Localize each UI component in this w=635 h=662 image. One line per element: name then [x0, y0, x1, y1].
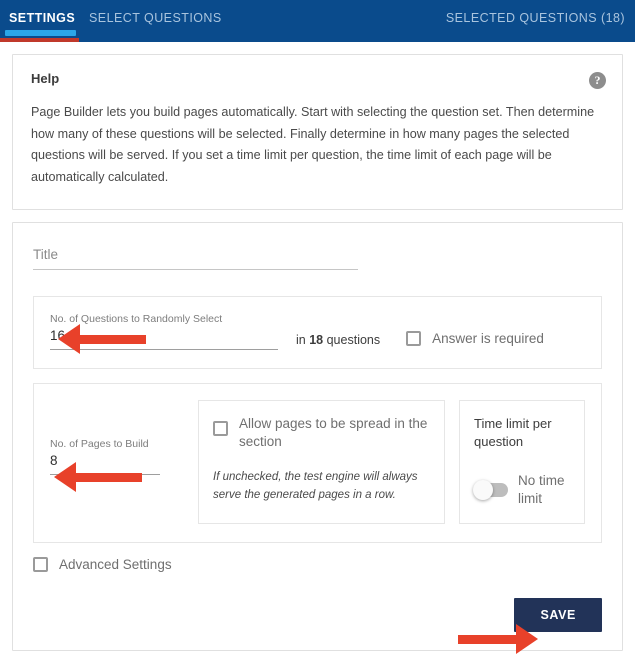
- spread-pages-label: Allow pages to be spread in the section: [239, 415, 428, 449]
- tab-settings[interactable]: SETTINGS: [9, 11, 75, 25]
- save-row: SAVE: [33, 598, 602, 633]
- settings-form-card: No. of Questions to Randomly Select in 1…: [12, 221, 623, 652]
- questions-count-label: No. of Questions to Randomly Select: [50, 312, 223, 325]
- title-input[interactable]: [33, 244, 358, 270]
- active-tab-indicator: [5, 30, 76, 36]
- help-panel: Help ? Page Builder lets you build pages…: [12, 54, 623, 210]
- spread-pages-panel: Allow pages to be spread in the section …: [198, 399, 445, 525]
- time-limit-title: Time limit per question: [474, 415, 552, 450]
- in-text-prefix: in: [296, 332, 306, 347]
- questions-total-value: 18: [309, 332, 324, 347]
- time-limit-panel: Time limit per question No time limit: [459, 399, 585, 525]
- pages-count-field-wrap: No. of Pages to Build: [50, 400, 184, 525]
- spread-pages-hint: If unchecked, the test engine will alway…: [213, 471, 418, 501]
- time-limit-toggle-row[interactable]: No time limit: [473, 472, 570, 507]
- tab-selected-questions[interactable]: SELECTED QUESTIONS (18): [446, 11, 625, 25]
- settings-page: Help ? Page Builder lets you build pages…: [0, 42, 635, 662]
- advanced-settings-checkbox[interactable]: [33, 557, 48, 573]
- help-title: Help: [31, 71, 60, 86]
- in-text-suffix: questions: [326, 332, 381, 347]
- advanced-settings-row[interactable]: Advanced Settings: [33, 557, 602, 573]
- toggle-knob: [473, 479, 493, 500]
- save-button[interactable]: SAVE: [514, 598, 602, 633]
- help-body-text: Page Builder lets you build pages automa…: [31, 105, 595, 184]
- answer-required-checkbox[interactable]: [406, 330, 422, 346]
- questions-group: No. of Questions to Randomly Select in 1…: [33, 295, 602, 369]
- no-time-limit-label: No time limit: [518, 473, 565, 506]
- answer-required-label: Answer is required: [432, 330, 544, 346]
- pages-count-label: No. of Pages to Build: [50, 437, 149, 450]
- tab-select-questions[interactable]: SELECT QUESTIONS: [89, 11, 222, 25]
- pages-group: No. of Pages to Build Allow pages to be …: [33, 382, 602, 544]
- no-time-limit-toggle[interactable]: [473, 479, 508, 500]
- active-tab-accent-bar: [0, 38, 79, 42]
- questions-count-field-wrap: No. of Questions to Randomly Select: [50, 313, 278, 350]
- spread-pages-checkbox[interactable]: [213, 420, 228, 436]
- pages-count-input[interactable]: [50, 452, 160, 475]
- question-mark-icon[interactable]: ?: [589, 72, 606, 89]
- answer-required-row[interactable]: Answer is required: [406, 330, 544, 346]
- questions-total-note: in 18 questions: [296, 333, 380, 347]
- advanced-settings-label: Advanced Settings: [59, 557, 172, 573]
- top-tab-bar: SETTINGS SELECT QUESTIONS SELECTED QUEST…: [0, 0, 635, 42]
- questions-count-input[interactable]: [50, 327, 278, 350]
- spread-pages-row[interactable]: Allow pages to be spread in the section: [213, 415, 428, 451]
